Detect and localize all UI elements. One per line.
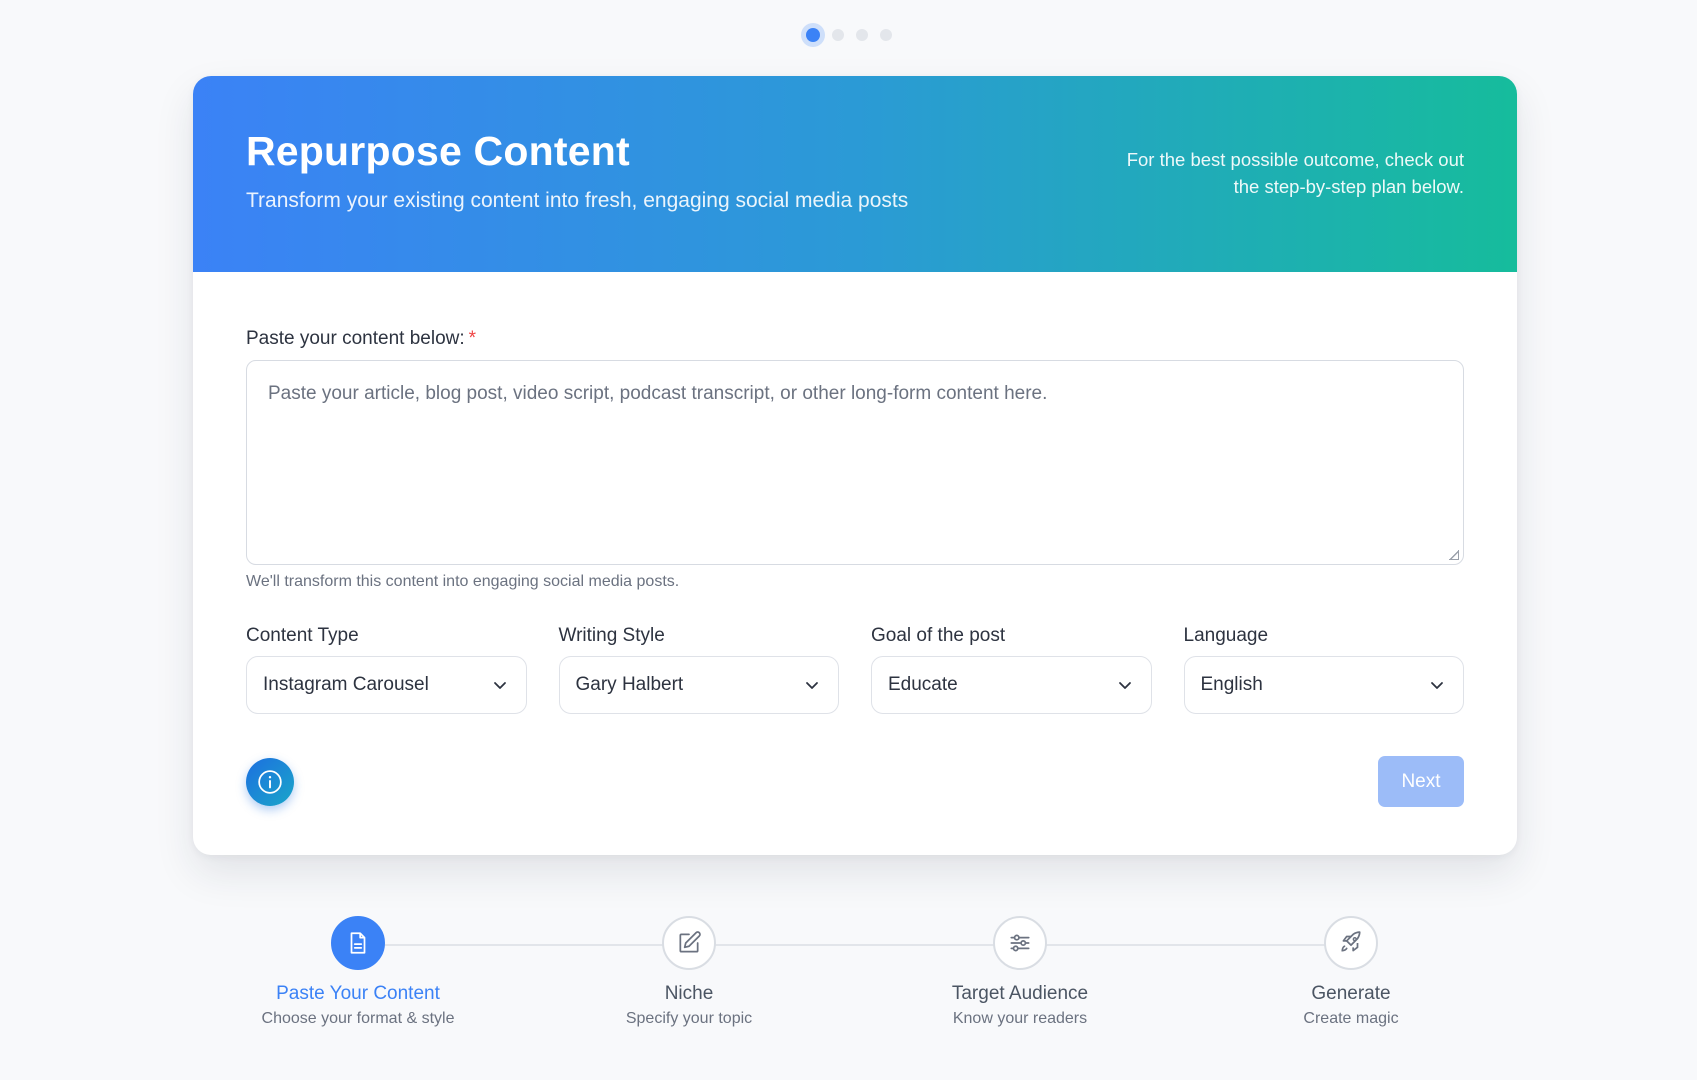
writing-style-label: Writing Style: [558, 625, 665, 646]
step-circle: [1324, 916, 1378, 970]
language-label: Language: [1183, 625, 1269, 646]
goal-select[interactable]: Educate: [871, 656, 1152, 714]
step-desc: Choose your format & style: [261, 1010, 455, 1027]
header-hint-line1: For the best possible outcome, check out: [1126, 149, 1464, 170]
content-textarea-placeholder: Paste your article, blog post, video scr…: [268, 383, 1048, 404]
resize-handle[interactable]: [1449, 550, 1459, 560]
step-title: Niche: [664, 983, 714, 1004]
card-body: Paste your content below: * Paste your ar…: [193, 272, 1517, 807]
language-select[interactable]: English: [1183, 656, 1464, 714]
step-desc: Know your readers: [952, 1010, 1088, 1027]
step-niche[interactable]: Niche Specify your topic: [559, 916, 819, 1028]
writing-style-value: Gary Halbert: [575, 674, 684, 695]
goal-label: Goal of the post: [871, 625, 1006, 646]
required-mark: *: [468, 328, 477, 349]
chevron-down-icon: [493, 682, 506, 689]
progress-dot: [855, 29, 868, 41]
progress-dot: [879, 29, 892, 41]
chevron-down-icon: [1431, 682, 1443, 689]
header-hint: For the best possible outcome, check out…: [1084, 146, 1464, 200]
options-row: Content Type Instagram Carousel Writing …: [246, 625, 1464, 714]
header-hint-line2: the step-by-step plan below.: [1233, 176, 1464, 197]
content-input-label-text: Paste your content below:: [246, 328, 465, 349]
step-title: Target Audience: [951, 983, 1089, 1004]
step-title: Paste Your Content: [276, 983, 440, 1004]
step-plan: Paste Your Content Choose your format & …: [0, 916, 1697, 1056]
step-desc: Create magic: [1303, 1010, 1399, 1027]
chevron-down-icon: [806, 682, 818, 689]
content-type-label: Content Type: [246, 625, 359, 646]
pencil-icon: [679, 931, 701, 953]
content-input-label: Paste your content below: *: [246, 328, 1464, 350]
rocket-icon: [1341, 931, 1361, 952]
goal-value: Educate: [888, 674, 958, 695]
info-button[interactable]: [246, 757, 294, 806]
sliders-icon: [1010, 934, 1030, 952]
step-title: Generate: [1311, 983, 1391, 1004]
language-value: English: [1200, 674, 1263, 695]
next-button[interactable]: Next: [1378, 756, 1464, 807]
content-helper-text: We'll transform this content into engagi…: [246, 573, 680, 590]
step-paste-content[interactable]: Paste Your Content Choose your format & …: [228, 916, 488, 1028]
document-icon: [350, 932, 366, 954]
progress-dots: [0, 28, 1697, 42]
step-circle: [662, 916, 716, 970]
step-track: [358, 944, 1352, 946]
repurpose-card: Repurpose Content Transform your existin…: [193, 76, 1517, 855]
info-icon: [258, 769, 282, 794]
step-desc: Specify your topic: [625, 1010, 753, 1027]
content-type-value: Instagram Carousel: [263, 674, 429, 695]
language-field: Language English: [1183, 625, 1464, 714]
content-textarea[interactable]: Paste your article, blog post, video scr…: [246, 360, 1464, 565]
step-circle: [993, 916, 1047, 970]
writing-style-field: Writing Style Gary Halbert: [558, 625, 839, 714]
step-circle: [331, 916, 385, 970]
content-type-select[interactable]: Instagram Carousel: [246, 656, 527, 714]
step-generate[interactable]: Generate Create magic: [1221, 916, 1481, 1028]
progress-dot-active: [805, 28, 820, 42]
chevron-down-icon: [1118, 682, 1131, 689]
progress-dot: [831, 29, 844, 41]
writing-style-select[interactable]: Gary Halbert: [558, 656, 839, 714]
card-header: Repurpose Content Transform your existin…: [193, 76, 1517, 272]
content-type-field: Content Type Instagram Carousel: [246, 625, 527, 714]
step-target-audience[interactable]: Target Audience Know your readers: [890, 916, 1150, 1028]
card-actions: Next: [246, 756, 1464, 807]
goal-field: Goal of the post Educate: [871, 625, 1152, 714]
